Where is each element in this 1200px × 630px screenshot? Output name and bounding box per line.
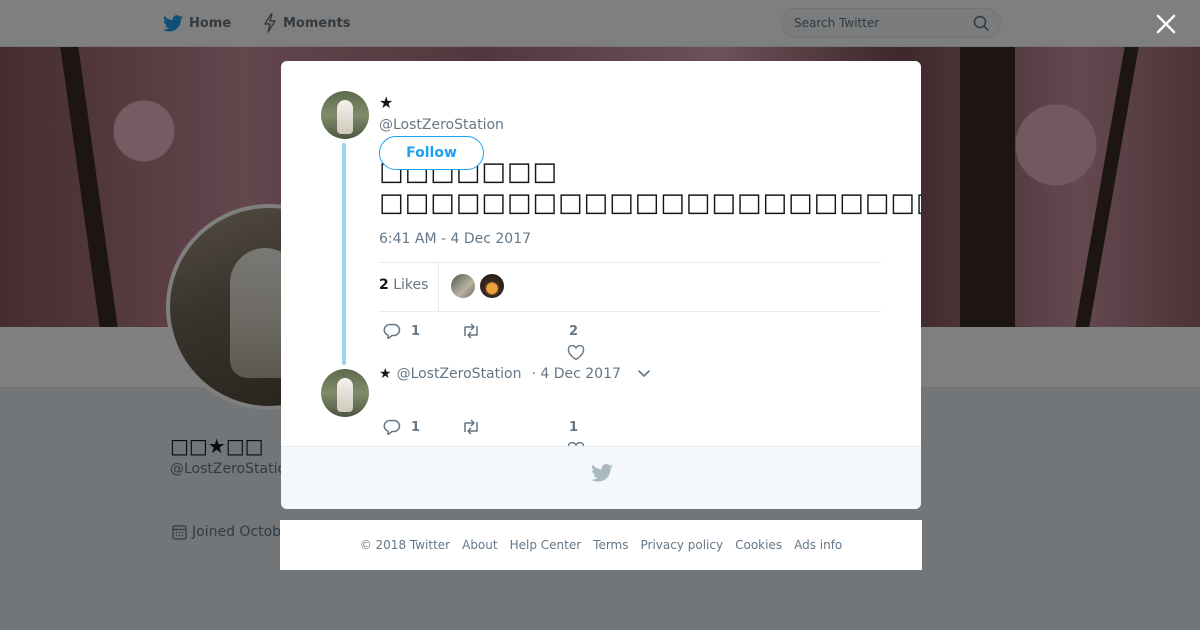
likes-label: Likes bbox=[393, 277, 429, 293]
liker-avatar[interactable] bbox=[451, 274, 475, 298]
reply-icon bbox=[383, 419, 401, 435]
retweet-button[interactable] bbox=[461, 419, 481, 435]
reply-author-name[interactable]: ★ bbox=[379, 366, 392, 382]
reply-tweet-header: ★ @LostZeroStation · 4 Dec 2017 bbox=[379, 366, 651, 382]
stats-divider bbox=[438, 263, 439, 311]
footer-link-about[interactable]: About bbox=[462, 538, 497, 552]
likes-stat[interactable]: 2 Likes bbox=[379, 277, 428, 293]
tweet-author-handle[interactable]: @LostZeroStation bbox=[379, 117, 504, 133]
retweet-button[interactable] bbox=[461, 323, 481, 339]
page-footer: © 2018 Twitter About Help Center Terms P… bbox=[280, 520, 922, 570]
reply-author-handle[interactable]: @LostZeroStation bbox=[397, 366, 522, 382]
thread-connector-line bbox=[342, 143, 346, 365]
close-button[interactable] bbox=[1152, 10, 1180, 38]
reply-count: 1 bbox=[411, 419, 421, 435]
footer-link-cookies[interactable]: Cookies bbox=[735, 538, 782, 552]
liker-avatar[interactable] bbox=[480, 274, 504, 298]
reply-icon bbox=[383, 323, 401, 339]
twitter-bird-icon bbox=[591, 464, 613, 482]
likes-count: 2 bbox=[379, 277, 389, 293]
reply-count: 1 bbox=[411, 323, 421, 339]
footer-link-ads-info[interactable]: Ads info bbox=[794, 538, 842, 552]
tweet-text-line: □□□□□□□□□□□□□□□□□□□□□□ bbox=[379, 188, 921, 218]
chevron-down-icon[interactable] bbox=[637, 369, 651, 379]
follow-button[interactable]: Follow bbox=[379, 136, 484, 170]
reply-date[interactable]: · 4 Dec 2017 bbox=[531, 366, 620, 382]
footer-link-privacy-policy[interactable]: Privacy policy bbox=[641, 538, 724, 552]
footer-copyright: © 2018 Twitter bbox=[359, 538, 451, 552]
like-count: 1 bbox=[569, 420, 579, 435]
cat-photo bbox=[337, 100, 353, 134]
retweet-icon bbox=[464, 419, 478, 435]
tweet-author-avatar[interactable] bbox=[321, 91, 369, 139]
retweet-icon bbox=[464, 323, 478, 339]
reply-button[interactable]: 1 bbox=[383, 419, 420, 435]
reply-author-avatar[interactable] bbox=[321, 369, 369, 417]
reply-button[interactable]: 1 bbox=[383, 323, 420, 339]
tweet-modal: ★ @LostZeroStation □□□□□□□ □□□□□□□□□□□□□… bbox=[281, 61, 921, 509]
tweet-author-name[interactable]: ★ bbox=[379, 93, 393, 112]
tweet-timestamp[interactable]: 6:41 AM - 4 Dec 2017 bbox=[379, 231, 531, 247]
close-icon bbox=[1156, 14, 1176, 34]
modal-footer bbox=[281, 446, 921, 509]
like-button[interactable] bbox=[567, 344, 585, 365]
like-count: 2 bbox=[569, 324, 579, 339]
footer-link-help-center[interactable]: Help Center bbox=[510, 538, 582, 552]
cat-photo bbox=[337, 378, 353, 412]
heart-icon bbox=[567, 344, 585, 361]
tweet-stats-row: 2 Likes bbox=[379, 262, 881, 312]
footer-link-terms[interactable]: Terms bbox=[593, 538, 628, 552]
